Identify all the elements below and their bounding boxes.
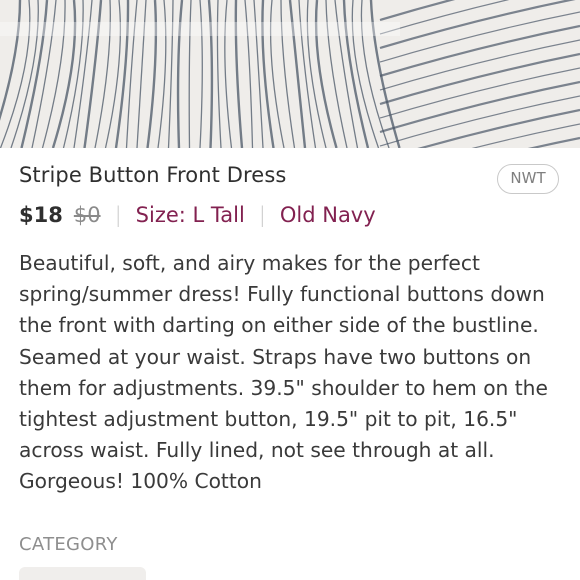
price-row: $18 $0 | Size: L Tall | Old Navy	[19, 201, 376, 229]
divider: |	[258, 203, 266, 227]
brand-link[interactable]: Old Navy	[280, 203, 376, 227]
size-link[interactable]: Size: L Tall	[136, 203, 245, 227]
listing-description: Beautiful, soft, and airy makes for the …	[19, 251, 548, 494]
striped-fabric-image	[0, 0, 580, 148]
original-price: $0	[73, 203, 101, 227]
category-heading: CATEGORY	[19, 534, 118, 555]
divider: |	[114, 203, 122, 227]
listing-title: Stripe Button Front Dress	[19, 163, 287, 187]
category-chip[interactable]	[19, 567, 146, 580]
condition-badge: NWT	[497, 164, 559, 194]
product-photo[interactable]	[0, 0, 580, 148]
listing-page: Stripe Button Front Dress NWT $18 $0 | S…	[0, 0, 580, 580]
price: $18	[19, 203, 63, 227]
